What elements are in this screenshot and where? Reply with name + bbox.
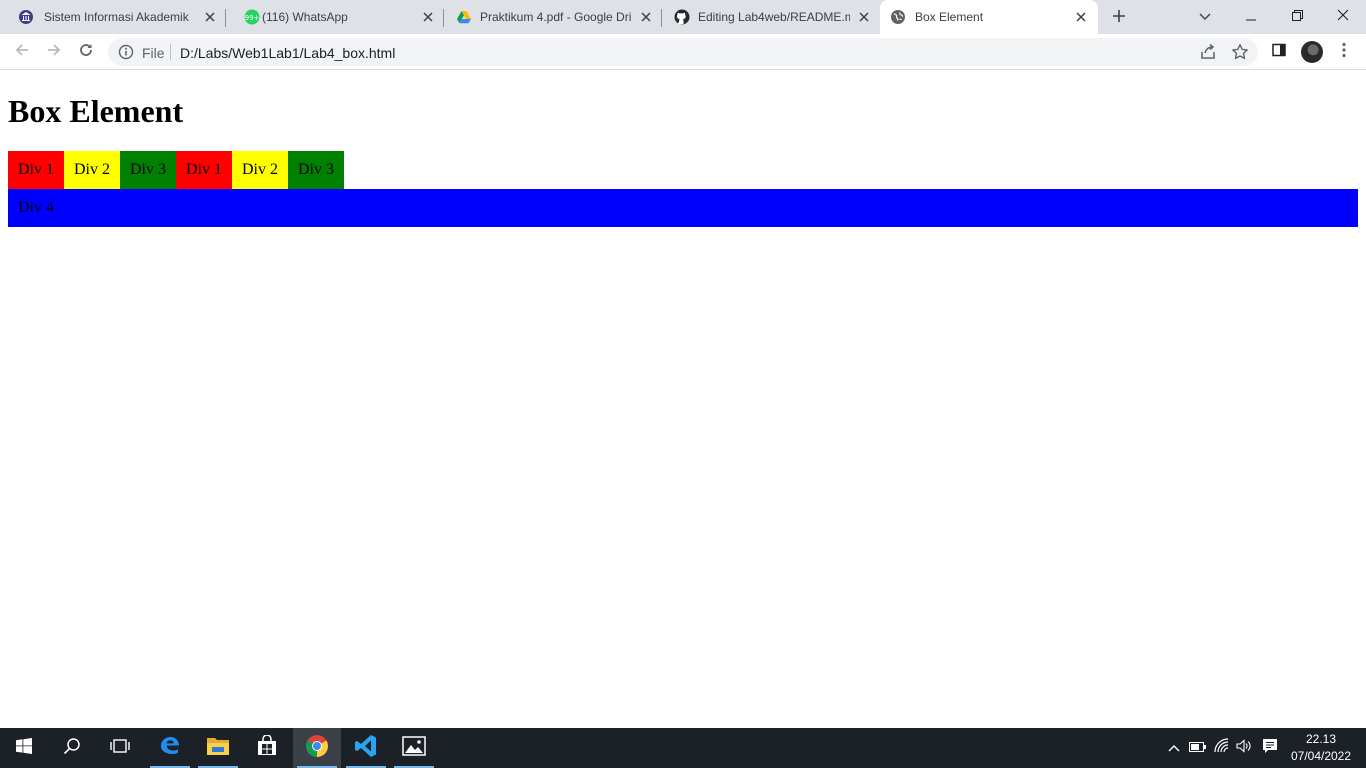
chevron-up-icon	[1168, 739, 1180, 757]
box-div-1-repeat: Div 1	[176, 151, 232, 189]
close-icon[interactable]	[420, 9, 436, 25]
close-icon[interactable]	[638, 9, 654, 25]
chrome-app[interactable]	[293, 728, 341, 768]
search-icon	[63, 737, 81, 760]
tab-title: Sistem Informasi Akademik	[44, 10, 189, 24]
clock-time: 22.13	[1305, 732, 1337, 746]
battery-button[interactable]	[1188, 738, 1208, 758]
start-icon	[16, 737, 32, 759]
volume-button[interactable]	[1234, 738, 1254, 758]
page-viewport: Box Element Div 1 Div 2 Div 3 Div 1 Div …	[0, 71, 1366, 728]
google-drive-icon	[456, 9, 472, 25]
tab-title: Editing Lab4web/README.m	[698, 10, 850, 24]
chrome-icon	[305, 734, 329, 763]
info-icon[interactable]	[118, 44, 134, 60]
vscode-app[interactable]	[342, 728, 390, 768]
close-icon[interactable]	[1073, 9, 1089, 25]
university-icon	[18, 9, 34, 25]
forward-button[interactable]	[42, 40, 66, 64]
browser-toolbar: File D:/Labs/Web1Lab1/Lab4_box.html	[0, 34, 1366, 70]
tab-title: (116) WhatsApp	[262, 10, 348, 24]
close-icon	[1337, 8, 1349, 26]
github-icon	[674, 9, 690, 25]
url-scheme-label: File	[142, 45, 165, 61]
reload-icon	[78, 42, 94, 63]
windows-taskbar: 22.13 07/04/2022	[0, 728, 1366, 768]
arrow-right-icon	[46, 42, 62, 63]
more-vertical-icon	[1342, 42, 1346, 63]
start-button[interactable]	[0, 728, 48, 768]
tab-title: Praktikum 4.pdf - Google Dri	[480, 10, 632, 24]
whatsapp-icon: 99+	[244, 9, 260, 25]
clock-date: 07/04/2022	[1290, 749, 1352, 763]
new-tab-button[interactable]	[1108, 7, 1130, 29]
box-div-3: Div 3	[120, 151, 176, 189]
profile-avatar[interactable]	[1301, 41, 1323, 63]
back-button[interactable]	[10, 40, 34, 64]
tab-box-element[interactable]: Box Element	[880, 0, 1098, 36]
url-text[interactable]: D:/Labs/Web1Lab1/Lab4_box.html	[180, 45, 395, 61]
reload-button[interactable]	[74, 40, 98, 64]
tab-google-drive[interactable]: Praktikum 4.pdf - Google Dri	[444, 0, 662, 34]
tab-whatsapp[interactable]: 99+ (116) WhatsApp	[226, 0, 444, 34]
address-bar[interactable]: File D:/Labs/Web1Lab1/Lab4_box.html	[108, 38, 1258, 66]
box-div-4: Div 4	[8, 189, 1358, 227]
tab-github[interactable]: Editing Lab4web/README.m	[662, 0, 880, 34]
box-div-1: Div 1	[8, 151, 64, 189]
notifications-button[interactable]	[1260, 738, 1280, 758]
photos-icon	[402, 735, 426, 761]
vscode-icon	[354, 734, 378, 763]
network-button[interactable]	[1212, 737, 1232, 759]
omnibox-divider	[170, 44, 171, 60]
close-window-button[interactable]	[1320, 0, 1366, 34]
minimize-button[interactable]	[1228, 0, 1274, 34]
restore-icon	[1291, 8, 1303, 26]
whatsapp-badge: 99+	[245, 14, 260, 22]
store-app[interactable]	[243, 728, 291, 768]
tray-overflow-button[interactable]	[1164, 738, 1184, 758]
file-explorer-app[interactable]	[194, 728, 242, 768]
close-icon[interactable]	[202, 9, 218, 25]
bookmark-star-icon[interactable]	[1231, 43, 1249, 61]
arrow-left-icon	[14, 42, 30, 63]
search-button[interactable]	[48, 728, 96, 768]
minimize-icon	[1246, 8, 1256, 26]
box-div-2-repeat: Div 2	[232, 151, 288, 189]
close-icon[interactable]	[856, 9, 872, 25]
task-view-button[interactable]	[96, 728, 144, 768]
chevron-down-icon	[1199, 8, 1211, 26]
side-panel-icon	[1271, 42, 1287, 63]
tab-siakad[interactable]: Sistem Informasi Akademik	[0, 0, 226, 34]
page-heading: Box Element	[8, 93, 184, 129]
edge-app[interactable]	[146, 728, 194, 768]
restore-button[interactable]	[1274, 0, 1320, 34]
box-div-3-repeat: Div 3	[288, 151, 344, 189]
store-icon	[256, 733, 278, 762]
task-view-icon	[109, 738, 131, 759]
plus-icon	[1112, 9, 1126, 28]
box-div-2: Div 2	[64, 151, 120, 189]
globe-icon	[890, 9, 906, 25]
menu-button[interactable]	[1332, 40, 1356, 64]
taskbar-clock[interactable]: 22.13 07/04/2022	[1288, 731, 1354, 765]
tab-title: Box Element	[915, 10, 984, 24]
photos-app[interactable]	[390, 728, 438, 768]
volume-icon	[1236, 738, 1252, 759]
tab-search-button[interactable]	[1182, 0, 1228, 34]
side-panel-button[interactable]	[1267, 40, 1291, 64]
share-icon[interactable]	[1199, 43, 1217, 61]
file-explorer-icon	[206, 735, 230, 762]
wifi-icon	[1214, 737, 1230, 759]
edge-icon	[158, 734, 182, 763]
battery-icon	[1189, 739, 1207, 757]
tab-strip: Sistem Informasi Akademik 99+ (116) What…	[0, 0, 1366, 36]
notification-icon	[1262, 738, 1278, 759]
